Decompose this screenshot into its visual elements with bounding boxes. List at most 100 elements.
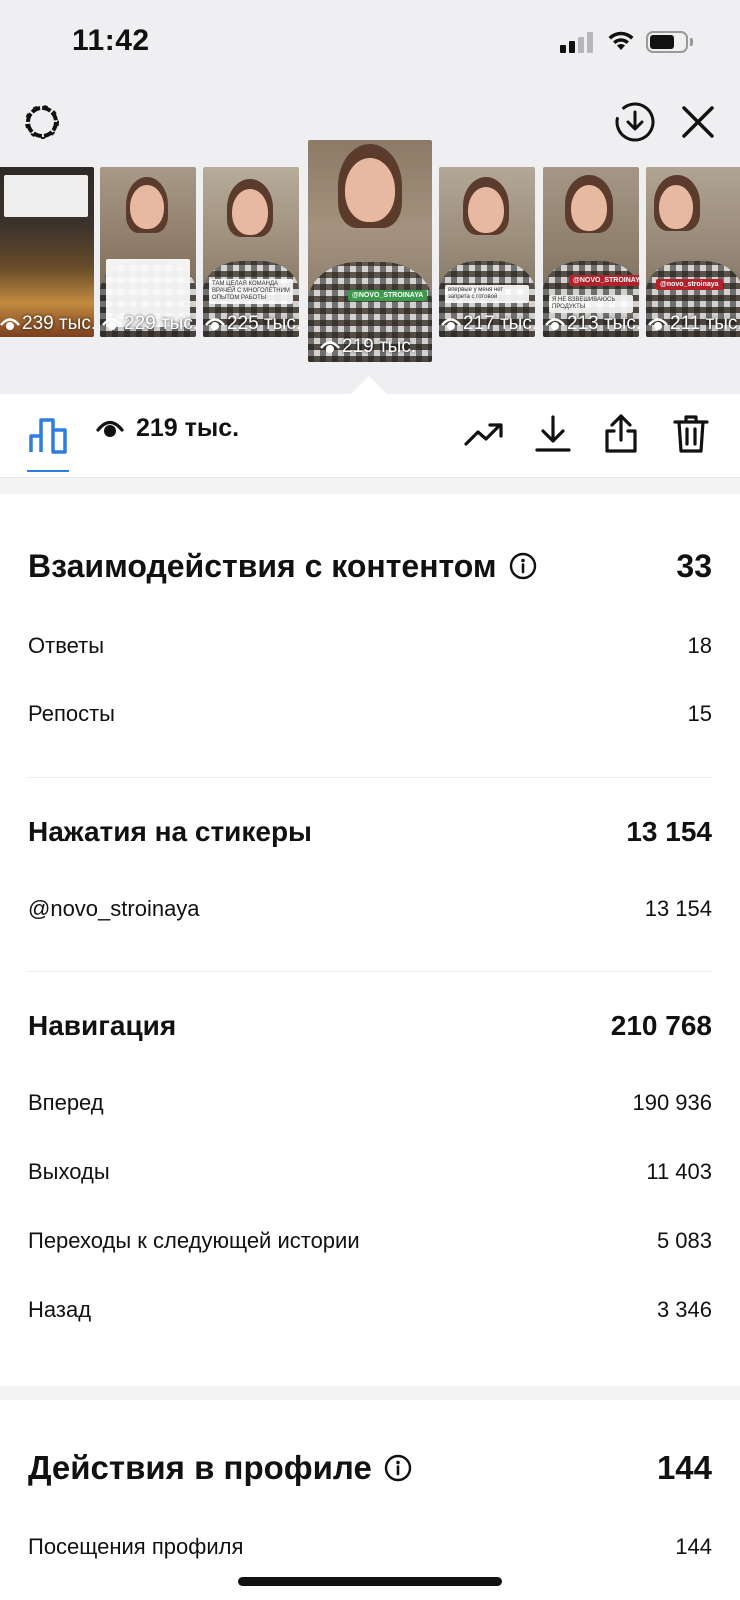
section-separator: [0, 478, 740, 494]
section-title: Взаимодействия с контентом: [28, 548, 537, 585]
section-total: 210 768: [610, 1010, 712, 1041]
top-area: 11:42 239 тыс. 229 тыс. ТАМ ЦЕЛАЯ КОМАНД…: [0, 0, 740, 394]
stat-label: Репосты: [28, 701, 115, 726]
save-story-button[interactable]: [612, 99, 658, 145]
story-mention-sticker: @novo_stroinaya: [656, 279, 723, 290]
story-views: 213 тыс.: [545, 313, 639, 335]
story-views: 229 тыс.: [102, 313, 196, 335]
section-total: 33: [676, 547, 712, 584]
section-total: 144: [656, 1449, 712, 1486]
stat-label: Переходы к следующей истории: [28, 1228, 360, 1253]
story-caption: Я НЕ ВЗВЕШИВАЮСЬ ПРОДУКТЫ: [549, 295, 633, 313]
section-title-text: Действия в профиле: [28, 1449, 372, 1486]
eye-icon: [0, 318, 20, 330]
settings-button[interactable]: [20, 100, 64, 144]
close-button[interactable]: [677, 101, 719, 143]
section-title-text: Взаимодействия с контентом: [28, 547, 497, 584]
stat-label: Выходы: [28, 1159, 110, 1184]
story-views: 239 тыс.: [0, 313, 94, 335]
stat-row: Посещения профиля 144: [28, 1527, 712, 1567]
story-thumbnail[interactable]: @NOVO_STROINAYA Я НЕ ВЗВЕШИВАЮСЬ ПРОДУКТ…: [543, 167, 639, 337]
story-thumbnail[interactable]: 229 тыс.: [100, 167, 196, 337]
section-profile-header: Действия в профиле 144: [28, 1436, 712, 1500]
stat-label: Посещения профиля: [28, 1534, 244, 1559]
battery-icon: [646, 31, 694, 53]
section-title: Навигация: [28, 1010, 176, 1042]
bar-chart-icon: [29, 418, 67, 454]
section-title-text: Навигация: [28, 1010, 177, 1041]
stat-value: 144: [675, 1534, 712, 1559]
stat-row: Вперед 190 936: [28, 1083, 712, 1123]
eye-icon: [102, 318, 122, 330]
share-icon: [605, 414, 637, 453]
info-icon[interactable]: [509, 552, 537, 580]
story-mention-sticker: @NOVO_STROINAYA: [348, 290, 428, 301]
eye-icon: [205, 318, 225, 330]
section-separator: [0, 1386, 740, 1400]
trash-icon: [673, 415, 709, 453]
status-time: 11:42: [72, 24, 150, 57]
views-count: 219 тыс.: [136, 414, 240, 442]
story-toolbar: 219 тыс.: [0, 394, 740, 478]
stat-value: 5 083: [656, 1228, 712, 1253]
divider: [28, 777, 712, 778]
section-stickers-header: Нажатия на стикеры 13 154: [28, 804, 712, 860]
delete-button[interactable]: [669, 412, 713, 456]
section-interactions-header: Взаимодействия с контентом 33: [28, 536, 712, 596]
story-mention-sticker: @NOVO_STROINAYA: [569, 275, 639, 286]
section-title: Нажатия на стикеры: [28, 816, 312, 848]
story-caption: впервые у меня нет запрета с готовой: [445, 285, 529, 303]
stat-value: 18: [687, 633, 712, 658]
stat-value: 11 403: [646, 1159, 712, 1184]
eye-icon: [545, 318, 565, 330]
section-navigation-header: Навигация 210 768: [28, 998, 712, 1054]
stat-row: Ответы 18: [28, 626, 712, 666]
story-thumbnails: 239 тыс. 229 тыс. ТАМ ЦЕЛАЯ КОМАНДА ВРАЧ…: [0, 140, 740, 370]
tab-insights-underline: [27, 470, 69, 472]
story-thumbnail[interactable]: @novo_stroinaya 211 тыс.: [646, 167, 740, 337]
story-views: 217 тыс.: [441, 313, 535, 335]
stat-row: Репосты 15: [28, 694, 712, 734]
save-download-circle-icon: [615, 102, 655, 142]
stat-label: Вперед: [28, 1090, 104, 1115]
stat-label: Ответы: [28, 633, 105, 658]
cellular-signal-icon: [560, 31, 596, 53]
stat-row: Переходы к следующей истории 5 083: [28, 1221, 712, 1261]
story-thumbnail[interactable]: 239 тыс.: [0, 167, 94, 337]
story-thumbnail-selected[interactable]: @NOVO_STROINAYA 219 тыс.: [308, 140, 432, 362]
story-thumbnail[interactable]: ТАМ ЦЕЛАЯ КОМАНДА ВРАЧЕЙ С МНОГОЛЕТНИМ О…: [203, 167, 299, 337]
eye-icon: [441, 318, 461, 330]
download-button[interactable]: [531, 412, 575, 456]
stat-label: @novo_stroinaya: [28, 896, 200, 921]
story-caption: ТАМ ЦЕЛАЯ КОМАНДА ВРАЧЕЙ С МНОГОЛЕТНИМ О…: [209, 279, 293, 304]
info-icon[interactable]: [384, 1454, 412, 1482]
eye-icon: [648, 318, 668, 330]
eye-icon: [96, 420, 124, 437]
stat-row: @novo_stroinaya 13 154: [28, 889, 712, 929]
section-title-text: Нажатия на стикеры: [28, 816, 312, 847]
views-summary: 219 тыс.: [96, 414, 239, 443]
story-thumbnail[interactable]: впервые у меня нет запрета с готовой 217…: [439, 167, 535, 337]
selected-story-pointer: [350, 376, 388, 395]
home-indicator[interactable]: [238, 1577, 502, 1586]
story-views: 211 тыс.: [648, 313, 740, 335]
story-views: 219 тыс.: [320, 336, 416, 358]
stat-label: Назад: [28, 1297, 92, 1322]
section-total: 13 154: [626, 816, 712, 847]
settings-gear-icon: [25, 105, 59, 139]
stat-value: 190 936: [632, 1090, 712, 1115]
stat-row: Выходы 11 403: [28, 1152, 712, 1192]
wifi-icon: [606, 28, 636, 52]
trending-icon: [464, 423, 503, 446]
tab-insights[interactable]: [24, 408, 72, 460]
download-icon: [535, 415, 571, 452]
divider: [28, 971, 712, 972]
trending-button[interactable]: [462, 412, 506, 456]
story-views: 225 тыс.: [205, 313, 299, 335]
stat-value: 3 346: [656, 1297, 712, 1322]
share-button[interactable]: [599, 412, 643, 456]
eye-icon: [320, 341, 340, 353]
close-icon: [682, 106, 714, 138]
section-title: Действия в профиле: [28, 1449, 412, 1487]
stat-row: Назад 3 346: [28, 1290, 712, 1330]
